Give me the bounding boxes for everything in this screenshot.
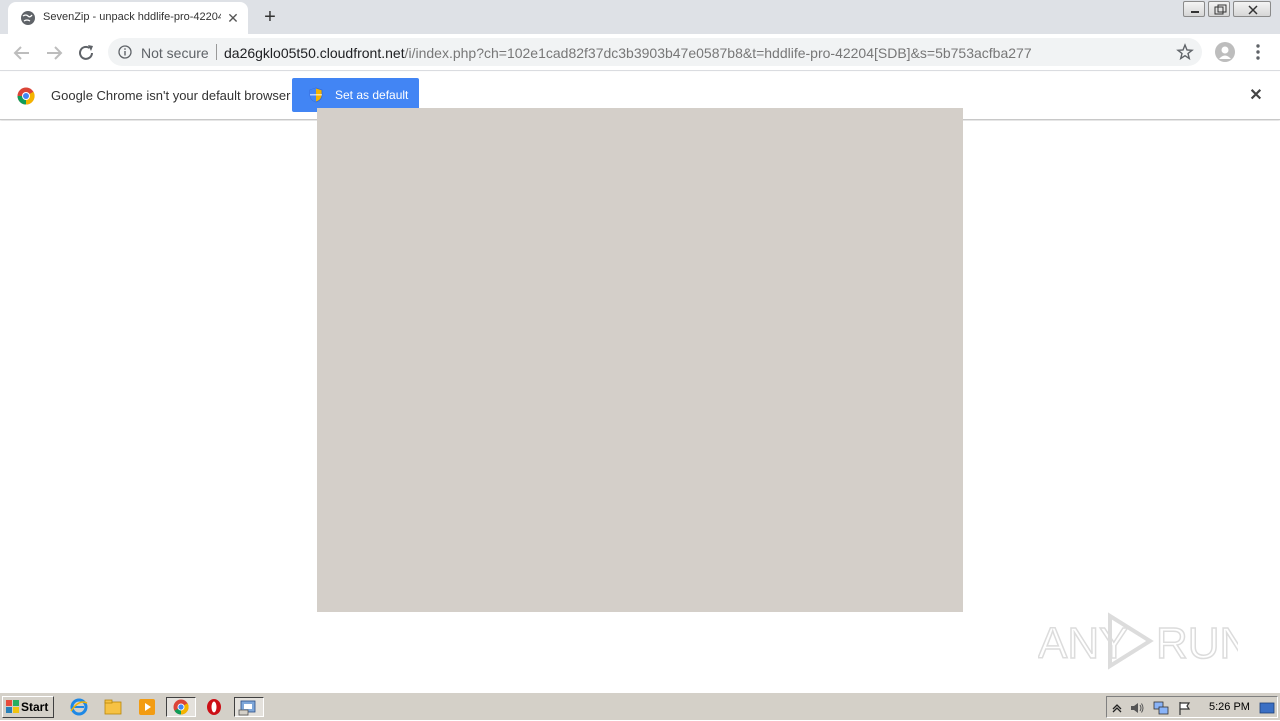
reload-icon[interactable] <box>74 41 98 65</box>
media-player-icon[interactable] <box>136 697 158 717</box>
restore-button[interactable] <box>1208 1 1230 17</box>
installer-taskbar-button[interactable] <box>234 697 264 717</box>
uac-shield-icon <box>309 87 323 103</box>
system-tray: 5:26 PM <box>1106 696 1278 718</box>
show-desktop-icon[interactable] <box>1259 700 1275 716</box>
forward-arrow-icon[interactable] <box>42 41 66 65</box>
address-separator <box>216 44 217 60</box>
set-as-default-label: Set as default <box>335 88 409 102</box>
start-label: Start <box>21 700 49 714</box>
infobar-close-icon[interactable]: ✕ <box>1246 86 1266 106</box>
security-label: Not secure <box>141 45 209 61</box>
window-close-button[interactable] <box>1233 1 1271 17</box>
anyrun-watermark: ANY RUN <box>1038 612 1238 670</box>
set-as-default-button[interactable]: Set as default <box>292 78 419 112</box>
opera-icon[interactable] <box>203 697 225 717</box>
ie-icon[interactable] <box>68 697 90 717</box>
explorer-icon[interactable] <box>102 697 124 717</box>
browser-tab[interactable]: SevenZip - unpack hddlife-pro-42204 ✕ <box>8 2 248 34</box>
minimize-button[interactable] <box>1183 1 1205 17</box>
back-arrow-icon[interactable] <box>10 41 34 65</box>
browser-titlebar: SevenZip - unpack hddlife-pro-42204 ✕ + <box>0 0 1280 34</box>
browser-toolbar: Not secure da26gklo05t50.cloudfront.net/… <box>0 34 1280 71</box>
address-bar[interactable]: Not secure da26gklo05t50.cloudfront.net/… <box>108 38 1202 66</box>
globe-icon <box>21 11 35 25</box>
watermark-text-run: RUN <box>1156 619 1238 668</box>
infobar-message: Google Chrome isn't your default browser <box>51 88 291 103</box>
url-host: da26gklo05t50.cloudfront.net <box>224 45 405 61</box>
new-tab-button[interactable]: + <box>258 6 282 30</box>
url-text[interactable]: da26gklo05t50.cloudfront.net/i/index.php… <box>224 45 1032 61</box>
windows-flag-icon <box>6 700 19 713</box>
show-hidden-icons-icon[interactable] <box>1109 700 1125 716</box>
windows-taskbar: Start 5:26 PM <box>0 692 1280 720</box>
installer-icon <box>238 700 256 716</box>
action-center-flag-icon[interactable] <box>1177 700 1193 716</box>
volume-icon[interactable] <box>1129 700 1145 716</box>
chrome-taskbar-button[interactable] <box>166 697 196 717</box>
close-icon[interactable]: ✕ <box>224 9 242 27</box>
bookmark-star-icon[interactable] <box>1176 43 1194 61</box>
start-button[interactable]: Start <box>2 696 54 718</box>
url-path: /i/index.php?ch=102e1cad82f37dc3b3903b47… <box>404 45 1032 61</box>
profile-avatar-icon[interactable] <box>1215 42 1235 62</box>
chrome-logo-icon <box>17 87 35 105</box>
minimize-icon <box>1191 11 1199 13</box>
chrome-icon <box>173 699 189 715</box>
system-clock[interactable]: 5:26 PM <box>1209 701 1250 713</box>
network-icon[interactable] <box>1153 700 1169 716</box>
avatar-silhouette-icon <box>1219 46 1231 59</box>
blank-content-panel <box>317 108 963 612</box>
tab-title: SevenZip - unpack hddlife-pro-42204 <box>43 11 221 23</box>
restore-icon <box>1214 4 1227 15</box>
kebab-menu-icon[interactable] <box>1250 42 1266 62</box>
info-icon[interactable] <box>118 45 132 59</box>
close-window-icon <box>1248 5 1258 15</box>
